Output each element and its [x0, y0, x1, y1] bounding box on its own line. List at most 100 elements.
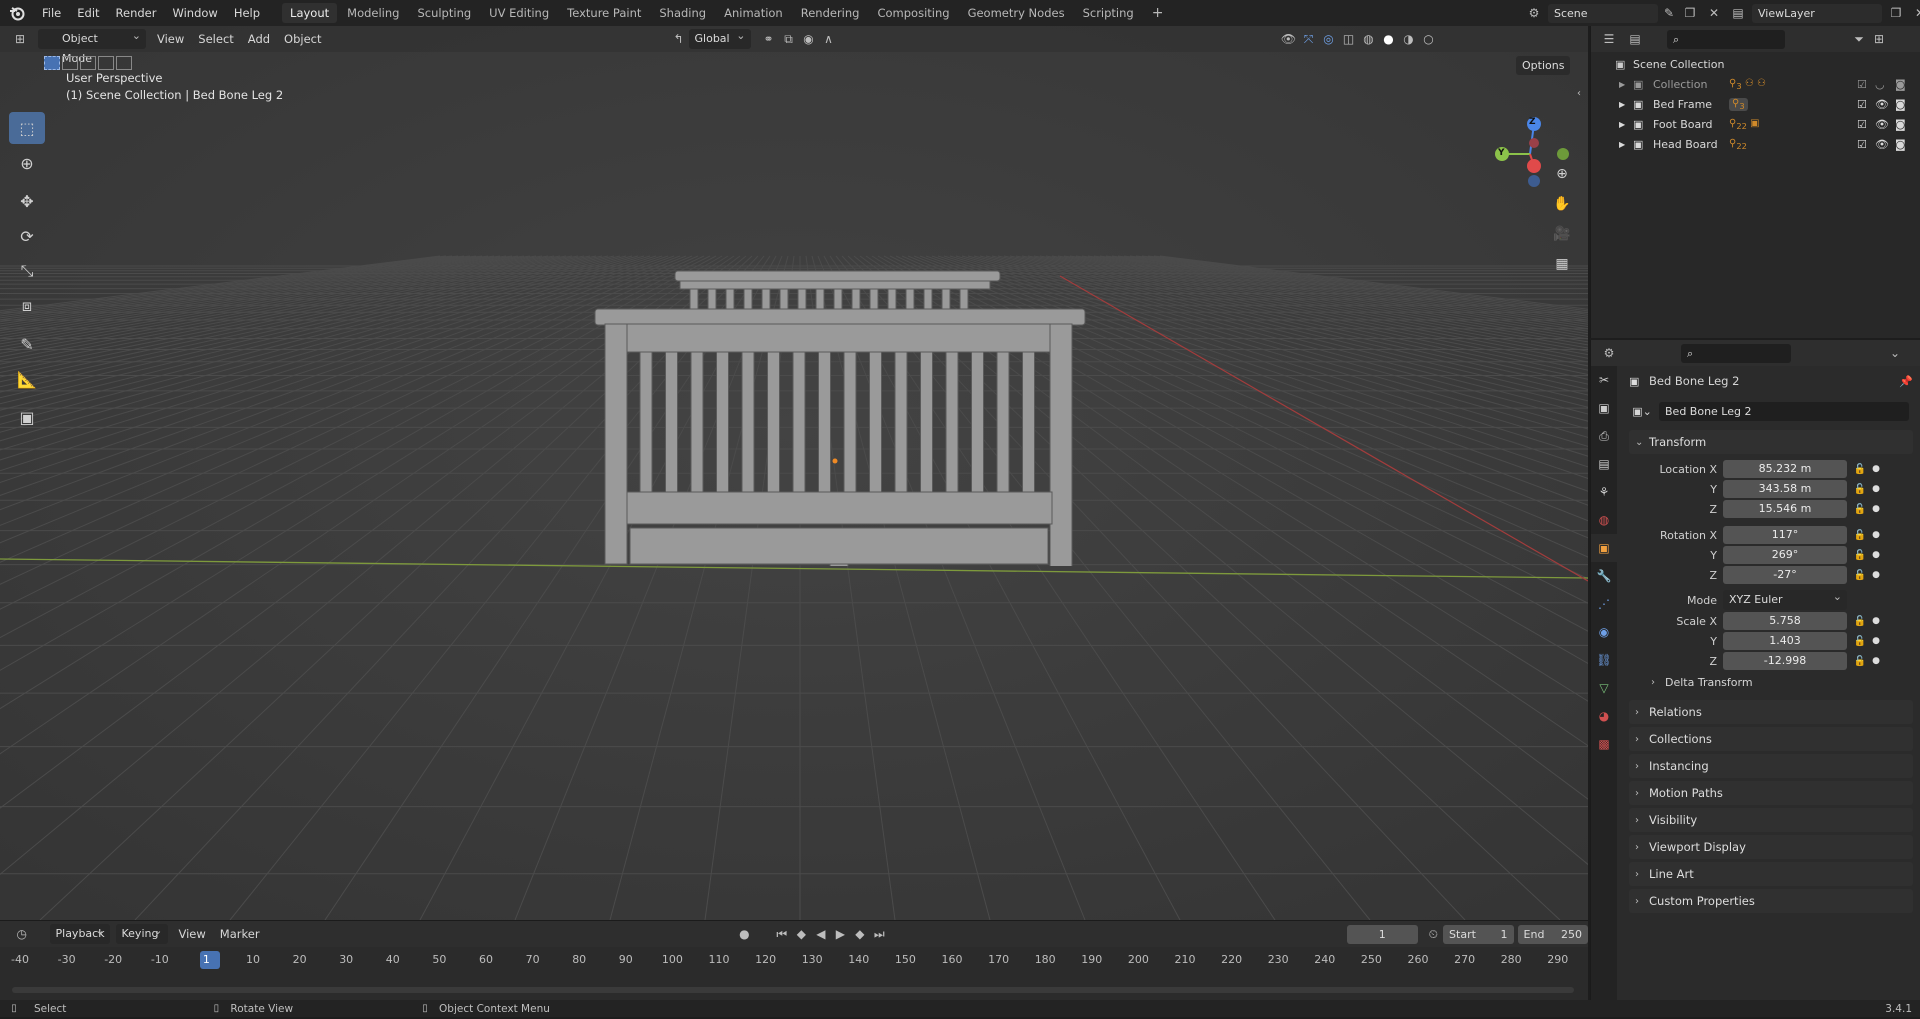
- camera-view-icon[interactable]: 🎥: [1550, 222, 1574, 246]
- pin-icon[interactable]: ✎: [1662, 3, 1676, 23]
- jump-start-icon[interactable]: ⏮: [772, 924, 792, 944]
- lock-icon[interactable]: 🔓: [1851, 636, 1869, 647]
- bed-model[interactable]: [590, 266, 1100, 566]
- scene-tab-icon[interactable]: ⚘: [1591, 478, 1617, 506]
- material-shading-icon[interactable]: ◑: [1399, 29, 1419, 49]
- outliner-item-bed-frame[interactable]: ▶ ▣ Bed Frame ⚲3 ☑ 👁 ◙: [1591, 94, 1920, 114]
- modifier-tab-icon[interactable]: 🔧: [1591, 562, 1617, 590]
- rendered-shading-icon[interactable]: ○: [1419, 29, 1439, 49]
- tab-uv-editing[interactable]: UV Editing: [481, 3, 557, 23]
- object-type-icon[interactable]: ▣⌄: [1629, 402, 1655, 421]
- xray-icon[interactable]: ◫: [1339, 29, 1359, 49]
- view-layer-field[interactable]: ViewLayer: [1752, 3, 1882, 23]
- tab-sculpting[interactable]: Sculpting: [409, 3, 479, 23]
- menu-help[interactable]: Help: [226, 3, 268, 23]
- material-tab-icon[interactable]: ◕: [1591, 702, 1617, 730]
- lock-icon[interactable]: 🔓: [1851, 550, 1869, 561]
- menu-add[interactable]: Add: [241, 29, 277, 49]
- timeline-scrollbar[interactable]: [12, 987, 1574, 993]
- keying-menu[interactable]: Keying: [115, 921, 168, 944]
- playback-menu[interactable]: Playback: [49, 921, 110, 944]
- menu-object[interactable]: Object: [277, 29, 328, 49]
- outliner-search-input[interactable]: ⌕: [1667, 29, 1785, 49]
- outliner-item-collection[interactable]: ▶ ▣ Collection ⚲3 ⚇ ⚇ ☑ ◡ ◙: [1591, 74, 1920, 94]
- render-camera-icon[interactable]: ◙: [1895, 78, 1906, 91]
- preview-range-icon[interactable]: ⏲: [1424, 924, 1444, 944]
- exclude-checkbox[interactable]: ☑: [1857, 118, 1867, 131]
- new-scene-icon[interactable]: ❐: [1680, 3, 1700, 23]
- scale-x-field[interactable]: 5.758: [1723, 612, 1847, 630]
- menu-select[interactable]: Select: [191, 29, 240, 49]
- new-view-layer-icon[interactable]: ❐: [1886, 3, 1906, 23]
- keyframe-dot-icon[interactable]: ●: [1869, 484, 1883, 494]
- wireframe-shading-icon[interactable]: ◍: [1359, 29, 1379, 49]
- expand-arrow-icon[interactable]: ▶: [1619, 120, 1633, 129]
- add-workspace-button[interactable]: +: [1144, 3, 1172, 23]
- delta-transform-subpanel[interactable]: › Delta Transform: [1651, 676, 1753, 689]
- menu-view[interactable]: View: [150, 29, 191, 49]
- annotate-tool-icon[interactable]: ✎: [9, 328, 45, 360]
- expand-arrow-icon[interactable]: ▶: [1619, 100, 1633, 109]
- visibility-icon[interactable]: 👁: [1279, 29, 1299, 49]
- select-subtract-icon[interactable]: [80, 56, 96, 70]
- snap-icon[interactable]: ⧉: [779, 29, 799, 49]
- output-tab-icon[interactable]: ⎙: [1591, 422, 1617, 450]
- keyframe-dot-icon[interactable]: ●: [1869, 656, 1883, 666]
- render-tab-icon[interactable]: ▣: [1591, 394, 1617, 422]
- location-x-field[interactable]: 85.232 m: [1723, 460, 1847, 478]
- outliner-item-foot-board[interactable]: ▶ ▣ Foot Board ⚲22 ▣ ☑ 👁 ◙: [1591, 114, 1920, 134]
- viewport-display-panel[interactable]: › Viewport Display: [1629, 835, 1913, 859]
- transform-tool-icon[interactable]: ⧈: [9, 290, 45, 322]
- falloff-icon[interactable]: ∧: [819, 29, 839, 49]
- start-frame-field[interactable]: Start 1: [1443, 924, 1514, 944]
- blender-logo-icon[interactable]: [6, 2, 28, 24]
- menu-render[interactable]: Render: [108, 3, 165, 23]
- exclude-checkbox[interactable]: ☑: [1857, 138, 1867, 151]
- properties-search-input[interactable]: ⌕: [1681, 343, 1791, 363]
- rotation-y-field[interactable]: 269°: [1723, 546, 1847, 564]
- particles-tab-icon[interactable]: ⋰: [1591, 590, 1617, 618]
- select-intersect-icon[interactable]: [116, 56, 132, 70]
- motion-paths-panel[interactable]: › Motion Paths: [1629, 781, 1913, 805]
- collections-panel[interactable]: › Collections: [1629, 727, 1913, 751]
- data-tab-icon[interactable]: ▽: [1591, 674, 1617, 702]
- gizmo-toggle-icon[interactable]: ⤧: [1299, 29, 1319, 49]
- view-layer-icon[interactable]: ▤: [1728, 3, 1748, 23]
- visibility-panel[interactable]: › Visibility: [1629, 808, 1913, 832]
- solid-shading-icon[interactable]: ●: [1379, 29, 1399, 49]
- current-frame-field[interactable]: 1: [1347, 924, 1418, 944]
- delete-scene-icon[interactable]: ✕: [1704, 3, 1724, 23]
- tab-texture-paint[interactable]: Texture Paint: [559, 3, 649, 23]
- hide-eye-icon[interactable]: 👁: [1875, 98, 1889, 111]
- tab-rendering[interactable]: Rendering: [793, 3, 868, 23]
- exclude-checkbox[interactable]: ☑: [1857, 78, 1867, 91]
- custom-properties-panel[interactable]: › Custom Properties: [1629, 889, 1913, 913]
- timeline-editor-icon[interactable]: ◷: [12, 924, 32, 944]
- menu-file[interactable]: File: [34, 3, 69, 23]
- exclude-checkbox[interactable]: ☑: [1857, 98, 1867, 111]
- lock-icon[interactable]: 🔓: [1851, 504, 1869, 515]
- render-camera-icon[interactable]: ◙: [1895, 98, 1906, 111]
- render-camera-icon[interactable]: ◙: [1895, 138, 1906, 151]
- location-z-field[interactable]: 15.546 m: [1723, 500, 1847, 518]
- lock-icon[interactable]: 🔓: [1851, 656, 1869, 667]
- end-frame-field[interactable]: End 250: [1517, 924, 1589, 944]
- keyframe-dot-icon[interactable]: ●: [1869, 530, 1883, 540]
- keyframe-dot-icon[interactable]: ●: [1869, 504, 1883, 514]
- line-art-panel[interactable]: › Line Art: [1629, 862, 1913, 886]
- next-key-icon[interactable]: ◆: [850, 924, 870, 944]
- select-invert-icon[interactable]: [98, 56, 114, 70]
- proportional-editing-icon[interactable]: ◉: [799, 29, 819, 49]
- texture-tab-icon[interactable]: ▩: [1591, 730, 1617, 758]
- relations-panel[interactable]: › Relations: [1629, 700, 1913, 724]
- rotate-tool-icon[interactable]: ⟳: [9, 220, 45, 252]
- scene-field[interactable]: Scene: [1548, 3, 1658, 23]
- tab-compositing[interactable]: Compositing: [869, 3, 957, 23]
- tab-modeling[interactable]: Modeling: [339, 3, 407, 23]
- tab-animation[interactable]: Animation: [716, 3, 791, 23]
- select-box-tool-icon[interactable]: ⬚: [9, 112, 45, 144]
- ortho-grid-icon[interactable]: ▦: [1550, 252, 1574, 276]
- tab-shading[interactable]: Shading: [651, 3, 714, 23]
- timeline-view-menu[interactable]: View: [172, 924, 213, 944]
- overlay-toggle-icon[interactable]: ◎: [1319, 29, 1339, 49]
